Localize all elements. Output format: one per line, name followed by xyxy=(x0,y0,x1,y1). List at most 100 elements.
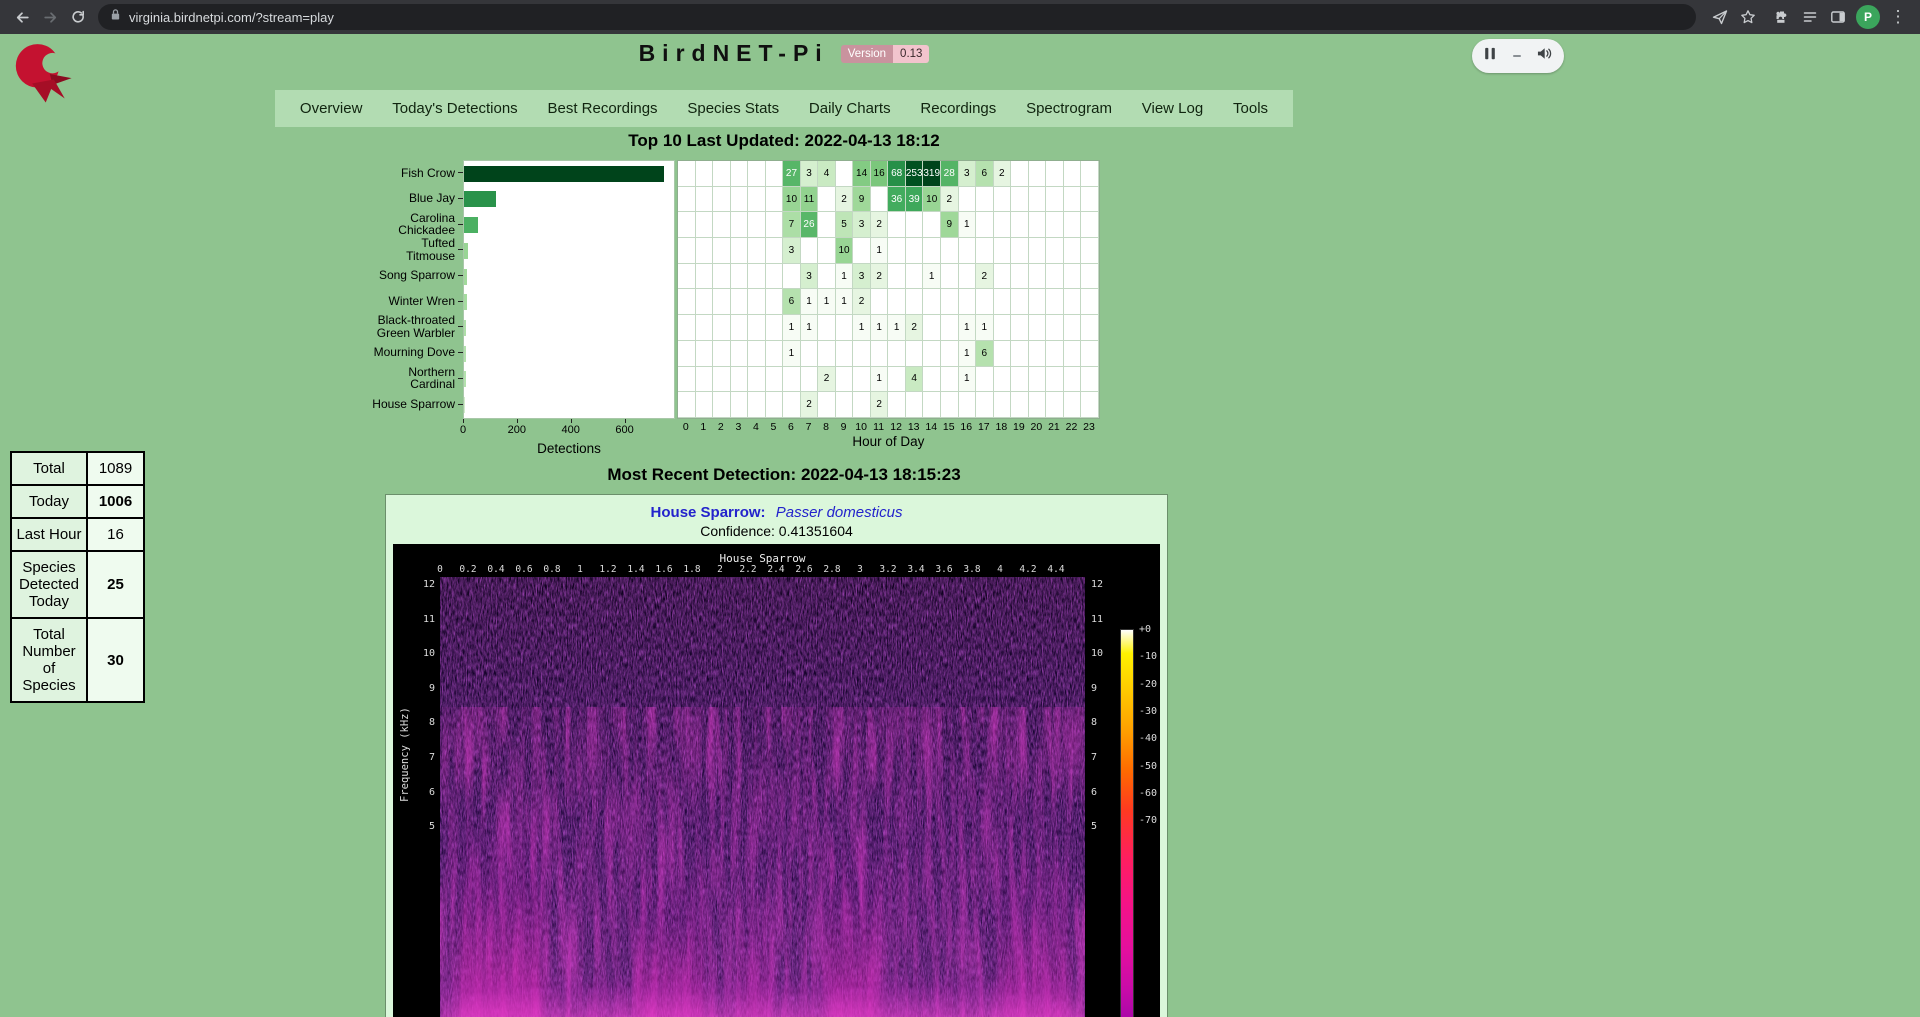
heatmap-cell xyxy=(923,315,941,341)
heatmap-cell xyxy=(888,367,906,393)
recent-detection-heading: Most Recent Detection: 2022-04-13 18:15:… xyxy=(0,465,1568,485)
heatmap-cell: 14 xyxy=(853,161,871,187)
heatmap-cell xyxy=(994,264,1012,290)
heatmap-cell xyxy=(678,341,696,367)
heatmap-cell xyxy=(1029,187,1047,213)
hour-tick: 23 xyxy=(1080,421,1098,433)
nav-item-spectrogram[interactable]: Spectrogram xyxy=(1026,100,1112,117)
nav-item-recordings[interactable]: Recordings xyxy=(920,100,996,117)
nav-item-overview[interactable]: Overview xyxy=(300,100,363,117)
heatmap-cell xyxy=(871,289,889,315)
heatmap-cell xyxy=(888,392,906,418)
hour-tick: 4 xyxy=(747,421,765,433)
bookmark-star-icon[interactable] xyxy=(1734,3,1762,31)
heatmap-cell xyxy=(959,238,977,264)
detections-bar-chart xyxy=(463,160,675,419)
nav-item-best-recordings[interactable]: Best Recordings xyxy=(547,100,657,117)
detected-species-link[interactable]: House Sparrow: xyxy=(651,504,766,521)
spectrogram-freq-tick: 10 xyxy=(1091,648,1117,659)
heatmap-cell xyxy=(783,367,801,393)
audio-player[interactable] xyxy=(1472,39,1564,73)
heatmap-cell: 1 xyxy=(976,315,994,341)
side-panel-icon[interactable] xyxy=(1824,3,1852,31)
spectrogram-colorbar xyxy=(1120,629,1134,1017)
heatmap-cell xyxy=(713,289,731,315)
nav-item-tools[interactable]: Tools xyxy=(1233,100,1268,117)
colorbar-tick: +0 xyxy=(1139,624,1151,635)
reload-button[interactable] xyxy=(64,3,92,31)
bar-axis-title: Detections xyxy=(463,441,675,456)
heatmap-cell xyxy=(678,161,696,187)
heatmap-cell xyxy=(818,187,836,213)
heatmap-cell xyxy=(818,315,836,341)
pause-button[interactable] xyxy=(1483,46,1497,66)
heatmap-cell: 4 xyxy=(818,161,836,187)
detected-species-scientific[interactable]: Passer domesticus xyxy=(776,504,903,521)
nav-item-today-s-detections[interactable]: Today's Detections xyxy=(392,100,517,117)
stat-label: Today xyxy=(11,485,87,518)
hour-tick: 3 xyxy=(730,421,748,433)
browser-toolbar: virginia.birdnetpi.com/?stream=play P ⋮ xyxy=(0,0,1920,34)
heatmap-cell xyxy=(713,212,731,238)
species-label: Song Sparrow xyxy=(371,263,463,289)
url-text[interactable]: virginia.birdnetpi.com/?stream=play xyxy=(129,10,334,25)
heatmap-cell xyxy=(766,161,784,187)
stat-value-link[interactable]: 30 xyxy=(87,618,144,702)
heatmap-cell xyxy=(923,341,941,367)
species-label: House Sparrow xyxy=(371,391,463,417)
hour-tick: 7 xyxy=(800,421,818,433)
heatmap-cell xyxy=(731,392,749,418)
colorbar-tick: -10 xyxy=(1139,651,1157,662)
heatmap-cell xyxy=(748,289,766,315)
heatmap-cell xyxy=(818,238,836,264)
heatmap-cell: 2 xyxy=(801,392,819,418)
hour-tick: 19 xyxy=(1010,421,1028,433)
heatmap-cell xyxy=(941,289,959,315)
stat-value-link[interactable]: 1006 xyxy=(87,485,144,518)
bar-axis-tick: 400 xyxy=(556,424,586,436)
heatmap-cell xyxy=(1029,367,1047,393)
nav-item-species-stats[interactable]: Species Stats xyxy=(687,100,779,117)
heatmap-cell xyxy=(976,187,994,213)
birdnetpi-page: BirdNET-PiVersion0.13 OverviewToday's De… xyxy=(0,34,1920,1017)
nav-item-daily-charts[interactable]: Daily Charts xyxy=(809,100,891,117)
address-bar[interactable]: virginia.birdnetpi.com/?stream=play xyxy=(98,4,1696,30)
mute-button[interactable] xyxy=(1536,46,1553,66)
heatmap-cell: 2 xyxy=(976,264,994,290)
hour-tick: 21 xyxy=(1045,421,1063,433)
heatmap-cell: 1 xyxy=(836,264,854,290)
heatmap-cell: 2 xyxy=(906,315,924,341)
nav-item-view-log[interactable]: View Log xyxy=(1142,100,1203,117)
extensions-icon[interactable] xyxy=(1768,3,1796,31)
reading-list-icon[interactable] xyxy=(1796,3,1824,31)
heatmap-cell xyxy=(1064,289,1082,315)
heatmap-cell xyxy=(994,392,1012,418)
hour-tick: 8 xyxy=(817,421,835,433)
colorbar-tick: -20 xyxy=(1139,679,1157,690)
species-label: Black-throated Green Warbler xyxy=(371,314,463,340)
heatmap-cell: 6 xyxy=(976,341,994,367)
heatmap-cell: 9 xyxy=(853,187,871,213)
back-button[interactable] xyxy=(8,3,36,31)
heatmap-cell xyxy=(766,315,784,341)
heatmap-cell xyxy=(1081,212,1099,238)
send-icon[interactable] xyxy=(1706,3,1734,31)
spectrogram-plot xyxy=(440,577,1085,1017)
spectrogram-freq-tick: 12 xyxy=(409,579,435,590)
menu-icon[interactable]: ⋮ xyxy=(1884,3,1912,31)
heatmap-cell: 2 xyxy=(994,161,1012,187)
profile-avatar[interactable]: P xyxy=(1856,5,1880,29)
heatmap-cell: 1 xyxy=(959,341,977,367)
spectrogram-freq-tick: 9 xyxy=(1091,683,1117,694)
heatmap-cell xyxy=(923,392,941,418)
forward-button[interactable] xyxy=(36,3,64,31)
spectrogram-time-tick: 0.6 xyxy=(510,564,538,575)
heatmap-cell xyxy=(748,238,766,264)
heatmap-cell xyxy=(696,212,714,238)
heatmap-cell: 3 xyxy=(959,161,977,187)
heatmap-cell xyxy=(853,367,871,393)
heatmap-cell: 2 xyxy=(871,264,889,290)
detections-bar xyxy=(464,191,496,207)
stat-value-link[interactable]: 25 xyxy=(87,551,144,618)
heatmap-cell xyxy=(748,161,766,187)
